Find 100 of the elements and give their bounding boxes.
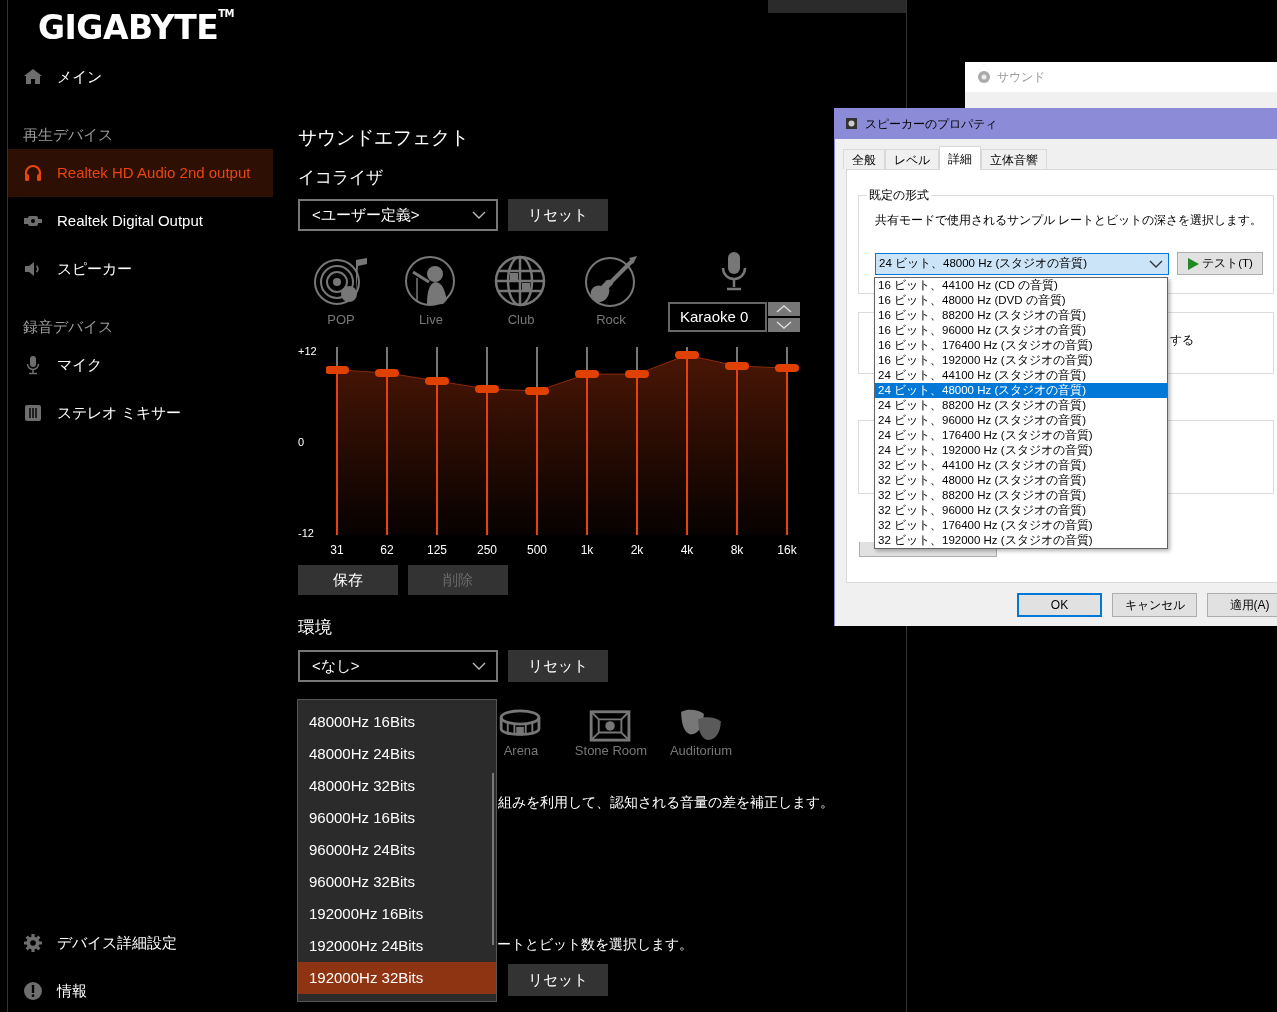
eq-slider-track[interactable] (625, 346, 649, 536)
list-option[interactable]: 16 ビット、192000 Hz (スタジオの音質) (875, 353, 1167, 368)
gigabyte-logo: GIGABYTE$^{TM}$ (38, 7, 235, 46)
list-option[interactable]: 32 ビット、88200 Hz (スタジオの音質) (875, 488, 1167, 503)
cancel-button[interactable]: キャンセル (1112, 593, 1197, 617)
eq-slider-track[interactable] (475, 346, 499, 536)
tab[interactable]: 詳細 (939, 146, 981, 170)
eq-slider-track[interactable] (525, 346, 549, 536)
ok-button[interactable]: OK (1017, 593, 1102, 617)
menu-item[interactable]: 192000Hz 32Bits (298, 962, 496, 994)
eq-slider-track[interactable] (675, 346, 699, 536)
eq-slider-track[interactable] (725, 346, 749, 536)
sidebar-item[interactable]: Realtek Digital Output (8, 197, 273, 245)
slider-thumb[interactable] (525, 387, 549, 395)
spin-up-button[interactable] (768, 302, 800, 316)
slider-thumb[interactable] (775, 364, 799, 373)
menu-item[interactable]: 96000Hz 16Bits (298, 802, 496, 834)
scale-label: -12 (298, 526, 315, 540)
menu-item[interactable]: 48000Hz 32Bits (298, 770, 496, 802)
section-title: サウンドエフェクト (298, 126, 470, 150)
format-combo[interactable]: 24 ビット、48000 Hz (スタジオの音質) (875, 252, 1169, 275)
list-option[interactable]: 16 ビット、176400 Hz (スタジオの音質) (875, 338, 1167, 353)
slider-thumb[interactable] (725, 362, 749, 370)
menu-item[interactable]: 192000Hz 16Bits (298, 898, 496, 930)
sidebar-item[interactable]: 情報 (8, 967, 273, 1012)
slider-thumb[interactable] (625, 370, 649, 379)
slider-thumb[interactable] (675, 351, 699, 360)
eq-slider-track[interactable] (775, 346, 799, 536)
slider-thumb[interactable] (375, 368, 399, 377)
menu-item[interactable]: 96000Hz 32Bits (298, 866, 496, 898)
play-icon (1187, 257, 1200, 270)
tab[interactable]: 全般 (843, 149, 885, 169)
tab[interactable]: 立体音響 (981, 149, 1047, 169)
menu-item[interactable]: 192000Hz 24Bits (298, 930, 496, 962)
frequency-label: 125 (427, 542, 447, 558)
dropdown[interactable]: <ユーザー定義> (298, 199, 498, 231)
frequency-label: 250 (477, 542, 497, 558)
test-button[interactable]: テスト(T) (1177, 252, 1263, 275)
slider-thumb[interactable] (575, 370, 599, 379)
list-option[interactable]: 32 ビット、176400 Hz (スタジオの音質) (875, 518, 1167, 533)
frequency-label: 62 (380, 542, 394, 558)
headphones-icon (23, 163, 43, 183)
list-option[interactable]: 24 ビット、88200 Hz (スタジオの音質) (875, 398, 1167, 413)
sidebar-item[interactable]: デバイス詳細設定 (8, 919, 273, 967)
list-option[interactable]: 16 ビット、48000 Hz (DVD の音質) (875, 293, 1167, 308)
style-label: POP (327, 312, 355, 328)
list-option[interactable]: 32 ビット、192000 Hz (スタジオの音質) (875, 533, 1167, 548)
list-option[interactable]: 32 ビット、96000 Hz (スタジオの音質) (875, 503, 1167, 518)
list-option[interactable]: 16 ビット、88200 Hz (スタジオの音質) (875, 308, 1167, 323)
menu-item[interactable]: 48000Hz 16Bits (298, 706, 496, 738)
karaoke-field[interactable]: Karaoke 0 (668, 302, 767, 332)
list-option[interactable]: 16 ビット、96000 Hz (スタジオの音質) (875, 323, 1167, 338)
list-option[interactable]: 32 ビット、48000 Hz (スタジオの音質) (875, 473, 1167, 488)
style-label: Stone Room (574, 744, 648, 758)
slider-thumb[interactable] (326, 365, 349, 374)
info-icon (23, 981, 43, 1001)
list-option[interactable]: 16 ビット、44100 Hz (CD の音質) (875, 278, 1167, 293)
masks-icon (678, 708, 724, 742)
tab[interactable]: レベル (885, 149, 939, 169)
chevron-down-icon (472, 211, 486, 219)
slider-thumb[interactable] (425, 377, 449, 386)
reset-button[interactable]: リセット (508, 199, 608, 231)
frequency-label: 1k (580, 542, 594, 558)
eq-slider-track[interactable] (326, 346, 349, 536)
list-option[interactable]: 24 ビット、176400 Hz (スタジオの音質) (875, 428, 1167, 443)
slider-thumb[interactable] (475, 384, 499, 393)
dropdown[interactable]: <なし> (298, 650, 498, 682)
settings-icon (23, 933, 43, 953)
menu-item[interactable]: 96000Hz 24Bits (298, 834, 496, 866)
description-text: 共有モードで使用されるサンプル レートとビットの深さを選択します。 (875, 213, 1264, 227)
scale-label: +12 (298, 344, 318, 358)
list-option[interactable]: 24 ビット、192000 Hz (スタジオの音質) (875, 443, 1167, 458)
option-text: する (1170, 332, 1194, 349)
sidebar-item[interactable]: マイク (8, 341, 273, 389)
window-title-bar: スピーカーのプロパティ (835, 108, 1277, 139)
reset-button[interactable]: リセット (508, 964, 608, 996)
apply-button[interactable]: 適用(A) (1207, 593, 1277, 617)
sidebar-item[interactable]: Realtek HD Audio 2nd output (8, 149, 273, 197)
save-button[interactable]: 保存 (298, 565, 398, 595)
section-heading: 再生デバイス (23, 125, 114, 145)
group-label: 既定の形式 (868, 187, 930, 204)
spin-down-button[interactable] (768, 318, 800, 332)
section-heading: 録音デバイス (23, 317, 114, 337)
sidebar-item[interactable]: スピーカー (8, 245, 273, 293)
sidebar-item[interactable]: メイン (8, 53, 273, 101)
section-label: 環境 (298, 617, 333, 639)
list-option[interactable]: 32 ビット、44100 Hz (スタジオの音質) (875, 458, 1167, 473)
reset-button[interactable]: リセット (508, 650, 608, 682)
menu-item[interactable]: 48000Hz 24Bits (298, 738, 496, 770)
list-option[interactable]: 24 ビット、44100 Hz (スタジオの音質) (875, 368, 1167, 383)
description-text: 組みを利用して、認知される音量の差を補正します。 (498, 793, 835, 812)
scrollbar-thumb[interactable] (492, 773, 494, 945)
home-icon (23, 67, 43, 87)
eq-slider-track[interactable] (375, 346, 399, 536)
eq-slider-track[interactable] (425, 346, 449, 536)
list-option[interactable]: 24 ビット、96000 Hz (スタジオの音質) (875, 413, 1167, 428)
list-option[interactable]: 24 ビット、48000 Hz (スタジオの音質) (875, 383, 1167, 398)
style-label: Rock (596, 312, 626, 328)
eq-slider-track[interactable] (575, 346, 599, 536)
sidebar-item[interactable]: ステレオ ミキサー (8, 389, 273, 437)
